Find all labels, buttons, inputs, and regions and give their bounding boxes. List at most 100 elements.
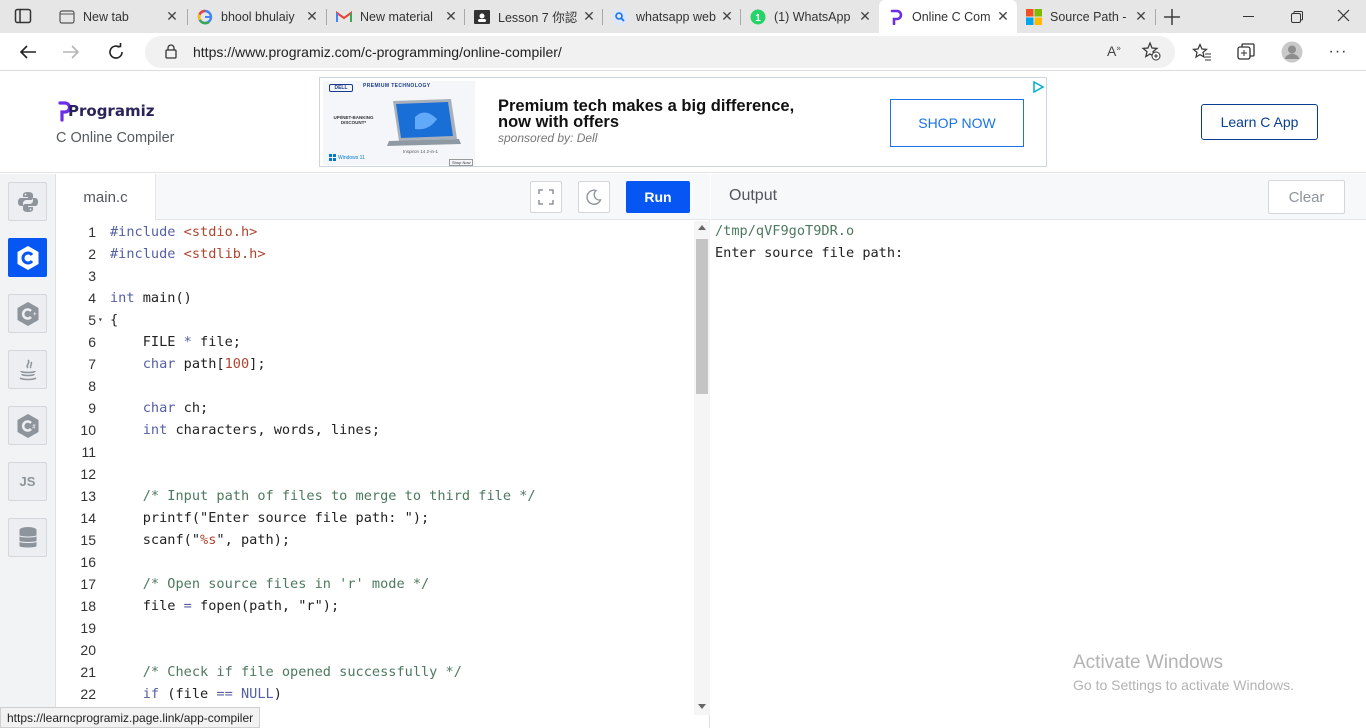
tab-classroom[interactable]: Lesson 7 你認 ✕ <box>465 0 603 33</box>
code-line[interactable]: 12 <box>56 463 694 485</box>
code-line[interactable]: 18 file = fopen(path, "r"); <box>56 595 694 617</box>
ad-image[interactable]: DELL PREMIUM TECHNOLOGY UPI/NET-BANKING … <box>323 81 475 166</box>
file-tab-main-c[interactable]: main.c <box>56 174 156 221</box>
tab-whatsapp-search[interactable]: whatsapp web ✕ <box>603 0 741 33</box>
adchoices-icon[interactable] <box>1031 80 1045 99</box>
code-line[interactable]: 2 #include <stdlib.h> <box>56 243 694 265</box>
tab-actions-icon[interactable] <box>14 8 32 24</box>
python-icon <box>17 191 38 212</box>
tab-new-tab[interactable]: New tab ✕ <box>50 0 186 33</box>
language-sql[interactable] <box>8 518 47 557</box>
collections-icon[interactable] <box>1231 37 1261 67</box>
code-line[interactable]: 14 printf("Enter source file path: "); <box>56 507 694 529</box>
url-text[interactable]: https://www.programiz.com/c-programming/… <box>193 44 562 60</box>
learn-c-app-button[interactable]: Learn C App <box>1201 104 1318 140</box>
code-line[interactable]: 5 ▾ { <box>56 309 694 331</box>
window-close-icon[interactable] <box>1337 9 1350 22</box>
ad-banner[interactable]: DELL PREMIUM TECHNOLOGY UPI/NET-BANKING … <box>319 77 1047 167</box>
laptop-image <box>385 97 463 149</box>
code-line[interactable]: 7 char path[100]; <box>56 353 694 375</box>
page-subtitle: C Online Compiler <box>56 130 175 146</box>
clear-button[interactable]: Clear <box>1268 180 1345 214</box>
language-python[interactable] <box>8 182 47 221</box>
ad-shop-now-small[interactable]: Shop Now <box>449 159 474 166</box>
ad-shop-now-button[interactable]: SHOP NOW <box>890 99 1024 147</box>
line-number: 10 <box>80 422 96 438</box>
code-line[interactable]: 4 int main() <box>56 287 694 309</box>
editor-scrollbar[interactable] <box>694 221 710 715</box>
line-number: 9 <box>88 400 96 416</box>
new-tab-button[interactable] <box>1161 6 1183 28</box>
code-token: ", path); <box>216 532 291 548</box>
java-icon <box>19 358 36 380</box>
language-csharp[interactable]: # <box>8 406 47 445</box>
code-area[interactable]: 1 #include <stdio.h> 2 #include <stdlib.h> 3… <box>56 221 694 728</box>
scroll-down-arrow[interactable] <box>698 704 706 709</box>
theme-toggle-button[interactable] <box>578 181 610 213</box>
code-line[interactable]: 1 #include <stdio.h> <box>56 221 694 243</box>
programiz-logo[interactable]: Programiz <box>57 99 154 123</box>
close-icon[interactable]: ✕ <box>717 8 737 25</box>
code-line[interactable]: 9 char ch; <box>56 397 694 419</box>
more-menu-icon[interactable]: ··· <box>1323 37 1353 67</box>
back-icon[interactable] <box>13 37 43 67</box>
close-icon[interactable]: ✕ <box>855 8 875 25</box>
code-line[interactable]: 8 <box>56 375 694 397</box>
language-javascript[interactable]: JS <box>8 462 47 501</box>
code-line[interactable]: 15 scanf("%s", path); <box>56 529 694 551</box>
favorites-icon[interactable] <box>1187 37 1217 67</box>
profile-avatar[interactable] <box>1277 37 1307 67</box>
restore-icon[interactable] <box>1291 10 1303 23</box>
output-line: /tmp/qVF9goT9DR.o <box>715 223 855 239</box>
url-field[interactable]: https://www.programiz.com/c-programming/… <box>145 36 1175 68</box>
code-line[interactable]: 3 <box>56 265 694 287</box>
close-icon[interactable]: ✕ <box>579 8 599 25</box>
learn-c-app-label: Learn C App <box>1220 114 1299 130</box>
code-line[interactable]: 21 /* Check if file opened successfully … <box>56 661 694 683</box>
scroll-up-arrow[interactable] <box>698 225 706 230</box>
tab-source-path[interactable]: Source Path - ✕ <box>1017 0 1155 33</box>
tab-gmail[interactable]: New material ✕ <box>327 0 465 33</box>
language-java[interactable] <box>8 350 47 389</box>
close-icon[interactable]: ✕ <box>1131 8 1151 25</box>
code-line[interactable]: 13 /* Input path of files to merge to th… <box>56 485 694 507</box>
tab-whatsapp[interactable]: 1 (1) WhatsApp ✕ <box>741 0 879 33</box>
code-token: ) <box>273 686 282 702</box>
close-icon[interactable]: ✕ <box>993 8 1013 25</box>
minimize-icon[interactable] <box>1243 16 1254 17</box>
line-number: 12 <box>80 466 96 482</box>
language-c[interactable] <box>8 238 47 277</box>
dell-logo: DELL <box>329 84 353 92</box>
close-icon[interactable]: ✕ <box>302 8 322 25</box>
close-icon[interactable]: ✕ <box>441 8 461 25</box>
code-line[interactable]: 19 <box>56 617 694 639</box>
forward-icon[interactable] <box>56 37 86 67</box>
code-line[interactable]: 17 /* Open source files in 'r' mode */ <box>56 573 694 595</box>
language-cpp[interactable]: + <box>8 294 47 333</box>
line-number: 15 <box>80 532 96 548</box>
code-token: 100 <box>224 356 250 372</box>
refresh-icon[interactable] <box>101 37 131 67</box>
tab-title: New tab <box>83 9 129 24</box>
code-line[interactable]: 11 <box>56 441 694 463</box>
code-line[interactable]: 20 <box>56 639 694 661</box>
code-token: scanf(" <box>110 532 201 548</box>
close-icon[interactable]: ✕ <box>162 8 182 25</box>
whatsapp-icon: 1 <box>750 9 766 25</box>
fold-arrow-icon[interactable]: ▾ <box>98 309 103 331</box>
tab-online-c-compiler[interactable]: Online C Com ✕ <box>879 0 1017 33</box>
code-line[interactable]: 10 int characters, words, lines; <box>56 419 694 441</box>
code-line[interactable]: 22 if (file == NULL) <box>56 683 694 705</box>
tab-title: bhool bhulaiy <box>221 9 295 24</box>
lock-icon[interactable] <box>165 44 177 64</box>
code-line[interactable]: 16 <box>56 551 694 573</box>
fullscreen-button[interactable] <box>530 181 562 213</box>
scrollbar-thumb[interactable] <box>696 239 708 394</box>
tab-google-search[interactable]: bhool bhulaiy ✕ <box>188 0 326 33</box>
ad-headline-2[interactable]: now with offers <box>498 113 619 132</box>
code-line[interactable]: 6 FILE * file; <box>56 331 694 353</box>
run-button[interactable]: Run <box>626 181 690 213</box>
read-aloud-icon[interactable]: A» <box>1107 43 1121 59</box>
add-favorite-icon[interactable] <box>1141 41 1161 66</box>
